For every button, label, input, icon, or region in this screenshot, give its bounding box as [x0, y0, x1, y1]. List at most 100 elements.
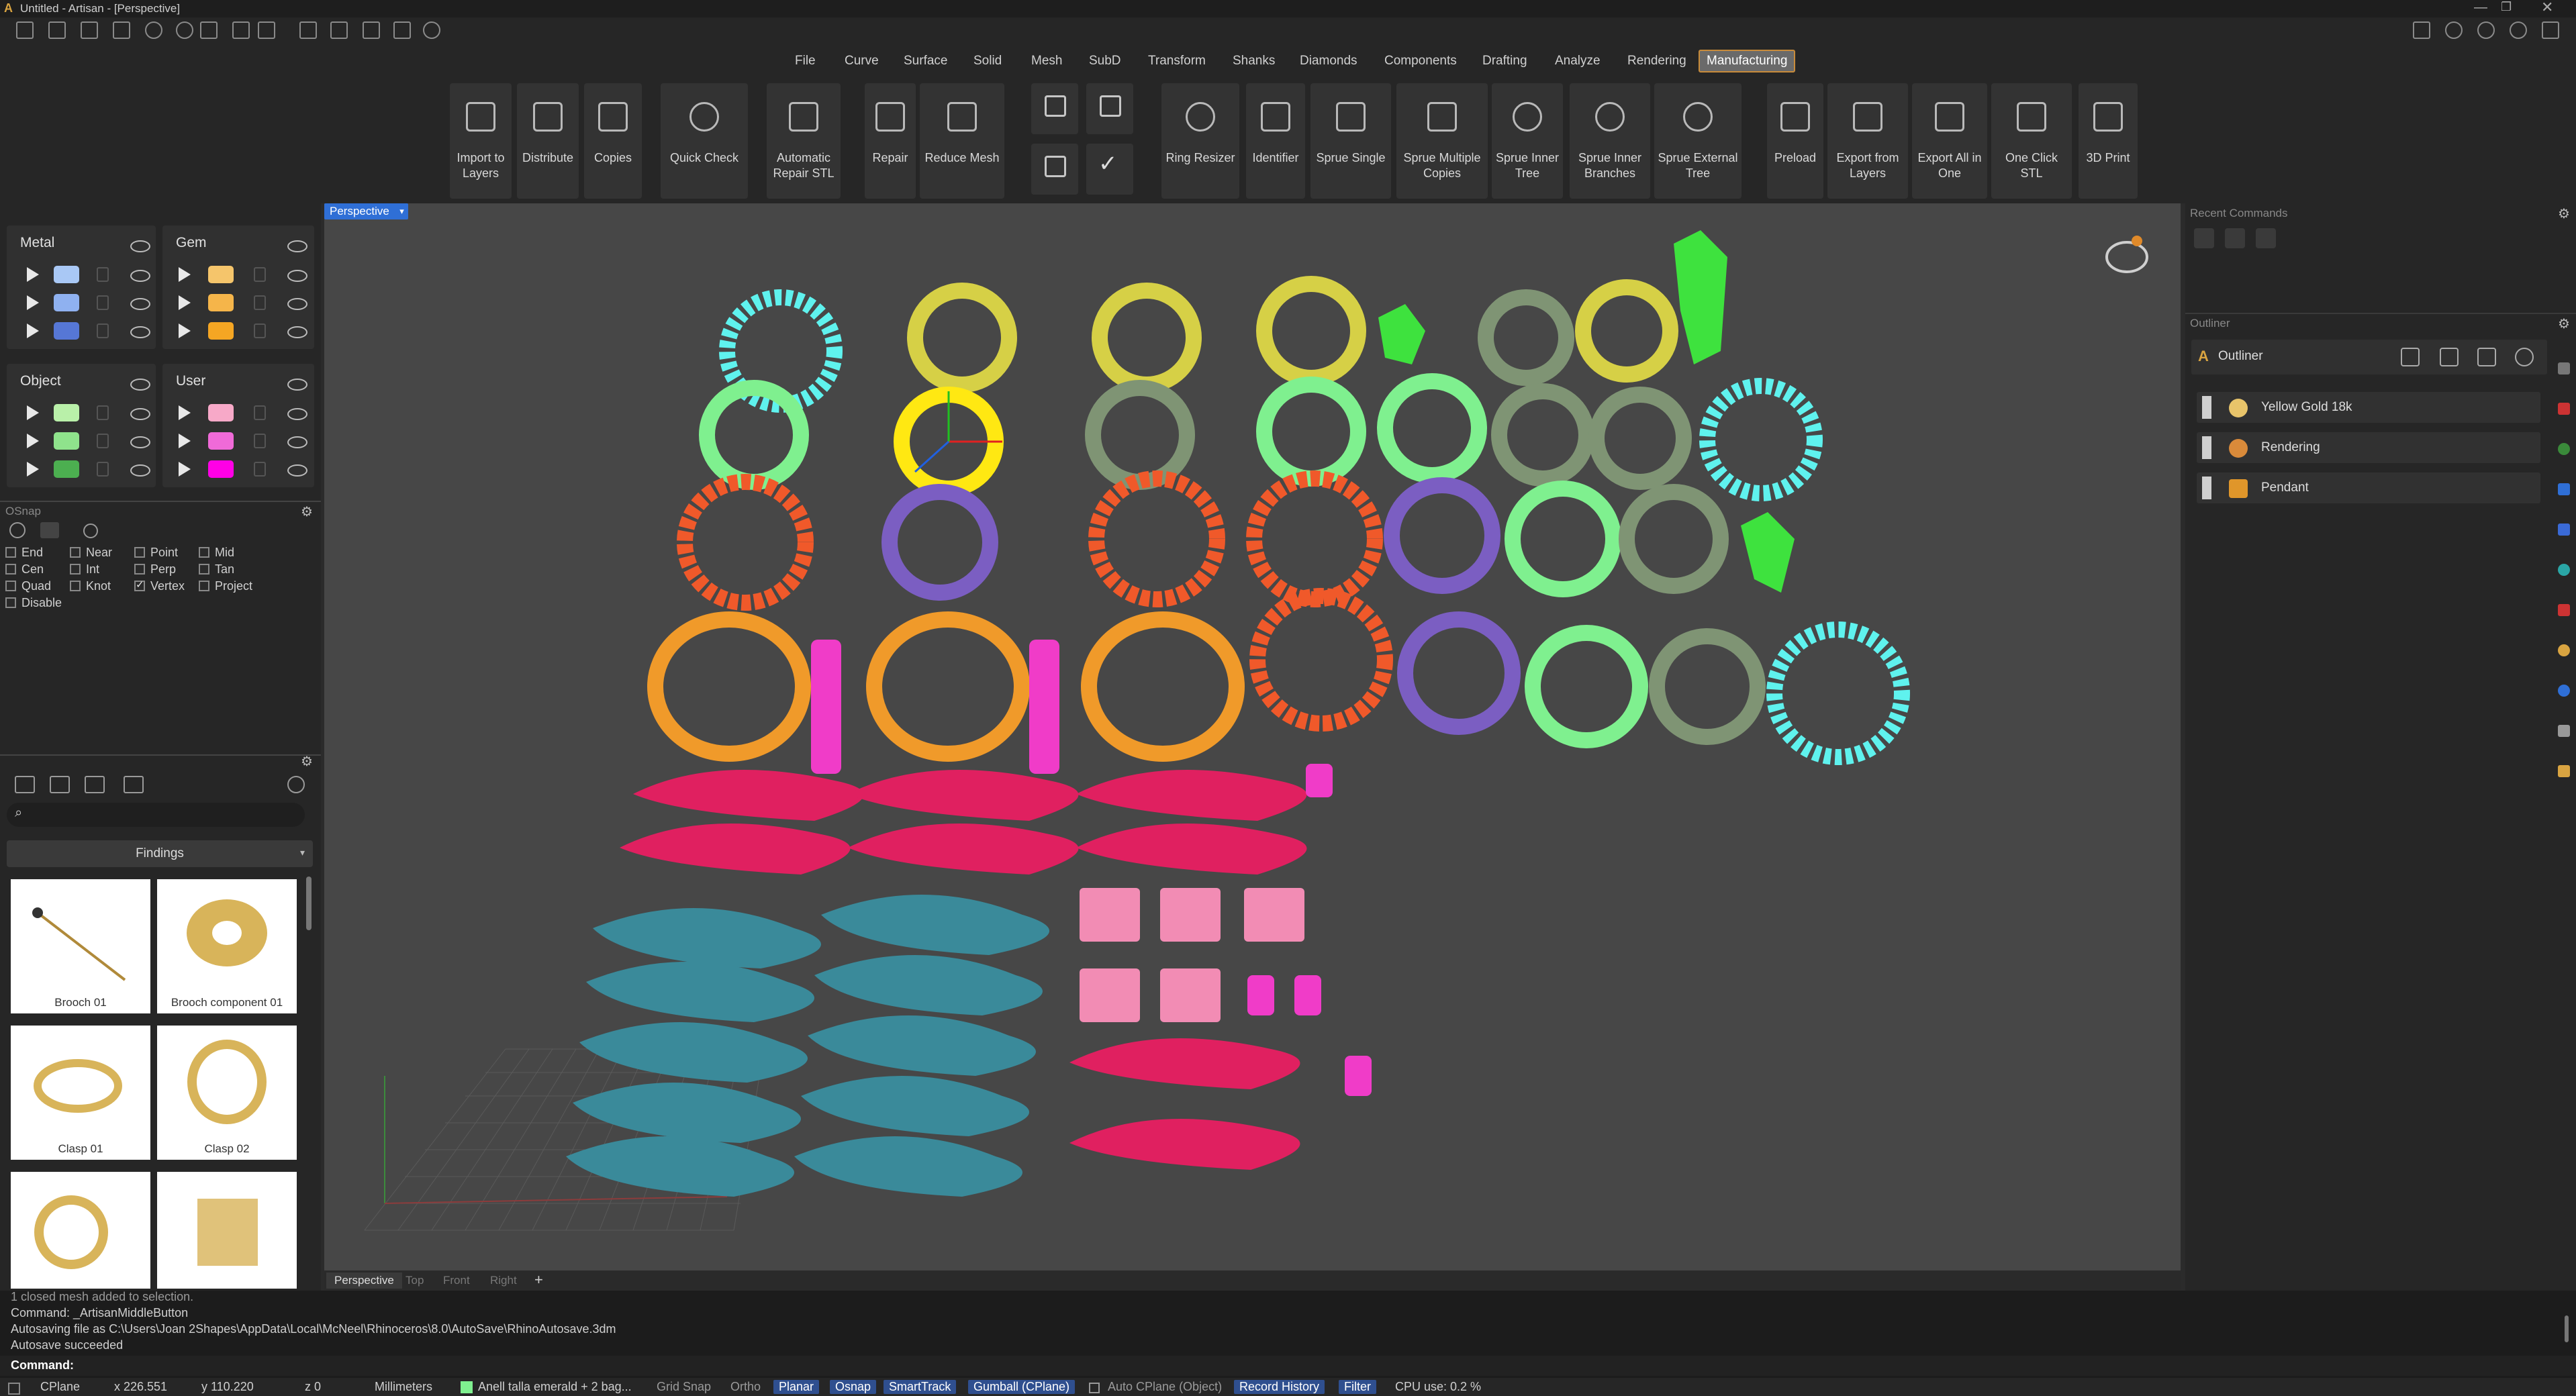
- folder-icon[interactable]: [15, 776, 35, 793]
- lock-icon[interactable]: [254, 405, 266, 420]
- dock-tool-icon[interactable]: [2558, 362, 2570, 375]
- library-item[interactable]: Clasp 01: [11, 1026, 150, 1160]
- lock-icon[interactable]: [97, 434, 109, 448]
- play-icon[interactable]: [27, 434, 39, 448]
- print-3d-button[interactable]: 3D Print: [2079, 83, 2138, 199]
- copies-button[interactable]: Copies: [584, 83, 642, 199]
- play-icon[interactable]: [27, 323, 39, 338]
- status-smarttrack[interactable]: SmartTrack: [884, 1380, 957, 1394]
- repair-button[interactable]: Repair: [865, 83, 916, 199]
- sprue-inner-branches-button[interactable]: Sprue Inner Branches: [1570, 83, 1650, 199]
- osnap-mid-checkbox[interactable]: [199, 547, 209, 558]
- grid-view-icon[interactable]: [124, 776, 144, 793]
- eye-icon[interactable]: [130, 298, 150, 310]
- menu-surface[interactable]: Surface: [897, 51, 954, 71]
- dock-tool-icon[interactable]: [2558, 483, 2570, 495]
- lock-icon[interactable]: [254, 462, 266, 477]
- osnap-quad-checkbox[interactable]: [5, 581, 16, 591]
- layer-color-swatch[interactable]: [54, 460, 79, 478]
- lock-icon[interactable]: [97, 462, 109, 477]
- menu-drafting[interactable]: Drafting: [1476, 51, 1534, 71]
- dock-tool-icon[interactable]: [2558, 765, 2570, 777]
- osnap-knot-checkbox[interactable]: [70, 581, 81, 591]
- library-item[interactable]: Brooch component 01: [157, 879, 297, 1013]
- scene-icon[interactable]: [423, 21, 440, 39]
- dock-tool-icon[interactable]: [2558, 564, 2570, 576]
- open-icon[interactable]: [81, 21, 98, 39]
- osnap-project-checkbox[interactable]: [199, 581, 209, 591]
- import-to-layers-button[interactable]: Import to Layers: [450, 83, 512, 199]
- refresh-icon[interactable]: [287, 776, 305, 793]
- eye-icon[interactable]: [287, 379, 307, 391]
- library-item[interactable]: Brooch 01: [11, 879, 150, 1013]
- menu-transform[interactable]: Transform: [1141, 51, 1212, 71]
- osnap-near-checkbox[interactable]: [70, 547, 81, 558]
- pen-icon[interactable]: [2401, 348, 2420, 366]
- help-icon[interactable]: [2510, 21, 2527, 39]
- lock-icon[interactable]: [97, 405, 109, 420]
- osnap-int-checkbox[interactable]: [70, 564, 81, 575]
- lasso-icon[interactable]: [330, 21, 348, 39]
- menu-shanks[interactable]: Shanks: [1226, 51, 1282, 71]
- curve-tool-icon[interactable]: [299, 21, 317, 39]
- layer-color-swatch[interactable]: [54, 432, 79, 450]
- reduce-mesh-button[interactable]: Reduce Mesh: [920, 83, 1004, 199]
- auto-cplane-checkbox[interactable]: [1089, 1383, 1100, 1393]
- status-layer[interactable]: Anell talla emerald + 2 bag...: [478, 1380, 632, 1394]
- library-scrollbar[interactable]: [306, 877, 312, 930]
- dock-tool-icon[interactable]: [2558, 443, 2570, 455]
- automatic-repair-stl-button[interactable]: Automatic Repair STL: [767, 83, 841, 199]
- layer-color-swatch[interactable]: [208, 404, 234, 421]
- eye-icon[interactable]: [130, 240, 150, 252]
- eye-icon[interactable]: [130, 270, 150, 282]
- sprue-single-button[interactable]: Sprue Single: [1310, 83, 1391, 199]
- save-icon[interactable]: [200, 21, 218, 39]
- sprue-external-tree-button[interactable]: Sprue External Tree: [1654, 83, 1742, 199]
- play-icon[interactable]: [179, 267, 191, 282]
- minimize-button[interactable]: —: [2474, 0, 2487, 15]
- viewport-title-tab[interactable]: Perspective ▾: [324, 203, 408, 219]
- layer-color-swatch[interactable]: [54, 404, 79, 421]
- osnap-disable-checkbox[interactable]: [5, 597, 16, 608]
- command-input[interactable]: Command:: [0, 1356, 2576, 1376]
- eye-icon[interactable]: [287, 464, 307, 477]
- gear-icon[interactable]: ⚙: [301, 503, 313, 520]
- status-grid-snap[interactable]: Grid Snap: [657, 1380, 711, 1394]
- eye-icon[interactable]: [287, 240, 307, 252]
- dock-tool-icon[interactable]: [2558, 644, 2570, 656]
- outliner-item[interactable]: Yellow Gold 18k: [2197, 392, 2540, 423]
- eye-icon[interactable]: [130, 436, 150, 448]
- ring-resizer-button[interactable]: Ring Resizer: [1161, 83, 1239, 199]
- balance-icon[interactable]: [2440, 348, 2459, 366]
- identifier-button[interactable]: Identifier: [1246, 83, 1305, 199]
- lock-icon[interactable]: [254, 323, 266, 338]
- lock-icon[interactable]: [254, 434, 266, 448]
- layer-color-swatch[interactable]: [208, 266, 234, 283]
- menu-rendering[interactable]: Rendering: [1621, 51, 1693, 71]
- export-all-in-one-button[interactable]: Export All in One: [1912, 83, 1987, 199]
- cube-icon[interactable]: [2477, 21, 2495, 39]
- object-layer-row[interactable]: [7, 456, 156, 481]
- dock-tool-icon[interactable]: [2558, 604, 2570, 616]
- check-button[interactable]: ✓: [1086, 144, 1133, 195]
- sprue-inner-tree-button[interactable]: Sprue Inner Tree: [1492, 83, 1563, 199]
- object-layer-row[interactable]: [7, 428, 156, 452]
- save-as-icon[interactable]: [232, 21, 250, 39]
- osnap-end-checkbox[interactable]: [5, 547, 16, 558]
- eraser-button[interactable]: [1031, 144, 1078, 195]
- sprue-multiple-copies-button[interactable]: Sprue Multiple Copies: [1396, 83, 1488, 199]
- play-icon[interactable]: [27, 267, 39, 282]
- gear-icon[interactable]: ⚙: [301, 753, 313, 770]
- new-file-icon[interactable]: [16, 21, 34, 39]
- osnap-perp-checkbox[interactable]: [134, 564, 145, 575]
- library-item[interactable]: Clasp 02: [157, 1026, 297, 1160]
- add-tab-icon[interactable]: +: [534, 1271, 543, 1289]
- status-filter[interactable]: Filter: [1339, 1380, 1376, 1394]
- metal-layer-row[interactable]: [7, 290, 156, 314]
- quick-check-button[interactable]: Quick Check: [661, 83, 748, 199]
- library-item[interactable]: [11, 1172, 150, 1289]
- osnap-vertex-checkbox[interactable]: [134, 579, 145, 591]
- undo-recent-icon[interactable]: [2194, 228, 2214, 248]
- status-gumball[interactable]: Gumball (CPlane): [968, 1380, 1076, 1394]
- lock-icon[interactable]: [254, 267, 266, 282]
